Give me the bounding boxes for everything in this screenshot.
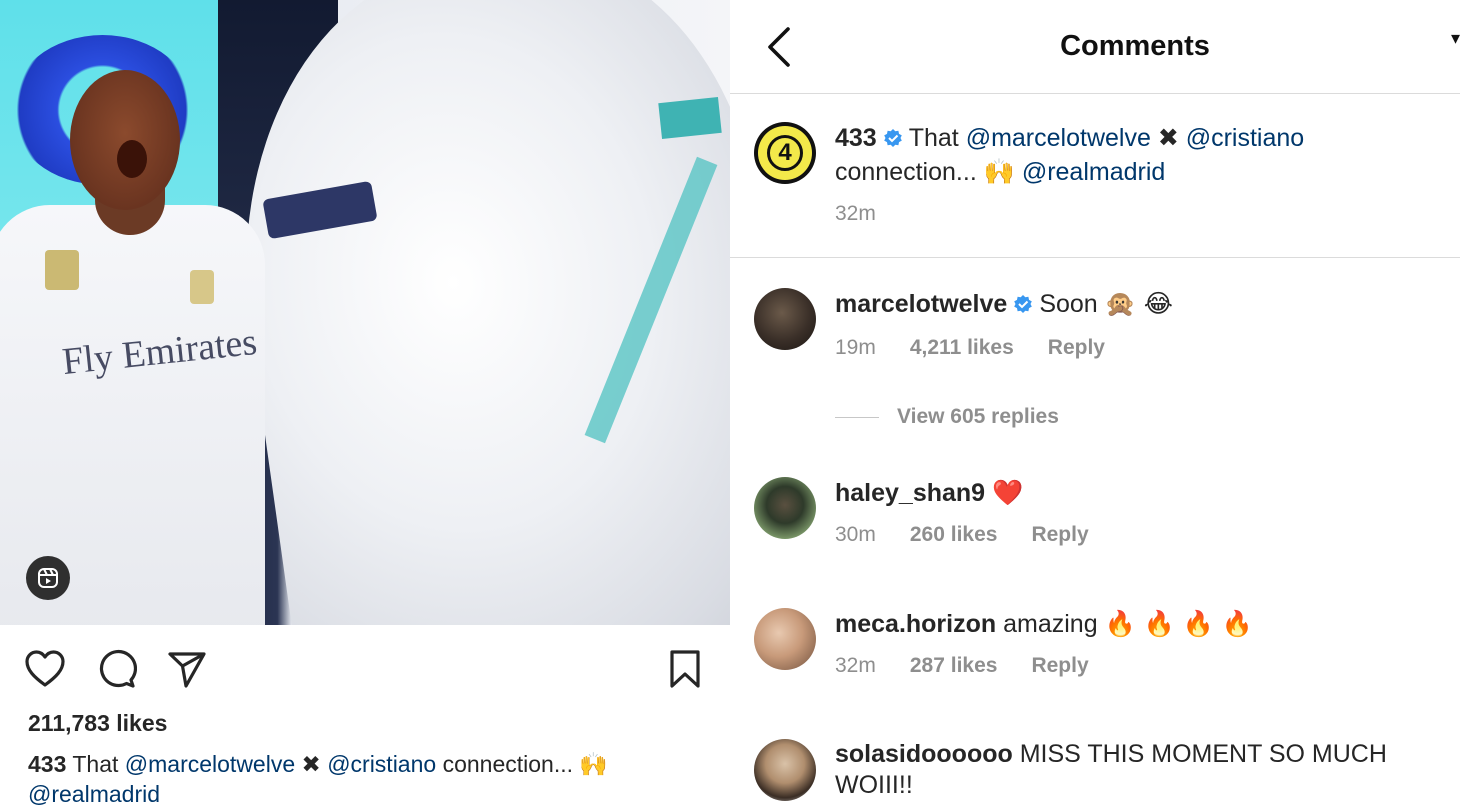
avatar[interactable]: 4 [754, 122, 816, 184]
caption-mention[interactable]: @marcelotwelve [125, 751, 295, 777]
reply-button[interactable]: Reply [1031, 654, 1088, 678]
replies-line [835, 416, 879, 418]
comment-icon[interactable] [96, 648, 138, 690]
comments-header: Comments ▾ [730, 0, 1460, 94]
comment-like-count[interactable]: 4,211 likes [910, 336, 1014, 360]
comment-text-part: That [908, 124, 959, 152]
verified-badge-icon [1013, 291, 1033, 322]
comment-meta: 32m [835, 202, 1440, 226]
raised-hands-icon: 🙌 [983, 157, 1015, 186]
post-panel: Fly Emirates 211,783 likes 433 That @mar… [0, 0, 730, 809]
comment-meta: 32m 287 likes Reply [835, 654, 1440, 678]
comment-username[interactable]: marcelotwelve [835, 290, 1007, 318]
post-caption: 433 That @marcelotwelve ✖ @cristiano con… [28, 750, 718, 809]
jersey-stripe [658, 96, 722, 140]
comment-timestamp: 30m [835, 523, 876, 546]
fire-emoji-icon: 🔥 🔥 🔥 🔥 [1104, 609, 1253, 638]
caption-mention[interactable]: @realmadrid [28, 781, 160, 807]
comment-text: solasidoooooo MISS THIS MOMENT SO MUCH W… [835, 739, 1440, 801]
original-post-caption: 4 433 That @marcelotwelve ✖ @cristiano co… [754, 122, 1444, 242]
comment-mention[interactable]: @realmadrid [1022, 158, 1165, 186]
caption-text: That [72, 751, 119, 777]
cross-icon: ✖ [301, 752, 321, 778]
comment-item: solasidoooooo MISS THIS MOMENT SO MUCH W… [754, 739, 1444, 809]
player-mouth [117, 140, 147, 178]
comment-mention[interactable]: @marcelotwelve [966, 124, 1151, 152]
avatar-number: 4 [767, 135, 803, 171]
reply-button[interactable]: Reply [1048, 336, 1105, 360]
reply-button[interactable]: Reply [1031, 523, 1088, 547]
share-icon[interactable] [166, 648, 208, 690]
avatar[interactable] [754, 288, 816, 350]
heart-icon[interactable] [24, 648, 66, 690]
page-title: Comments [1060, 30, 1210, 62]
comment-text: haley_shan9 ❤️ [835, 477, 1440, 509]
comment-body: meca.horizon amazing 🔥 🔥 🔥 🔥 32m 287 lik… [835, 608, 1440, 678]
comment-text: 433 That @marcelotwelve ✖ @cristiano conn… [835, 122, 1440, 188]
comment-text-part: amazing [1003, 610, 1098, 638]
comment-text: meca.horizon amazing 🔥 🔥 🔥 🔥 [835, 608, 1440, 640]
bookmark-icon[interactable] [664, 648, 706, 690]
comment-like-count[interactable]: 260 likes [910, 523, 998, 547]
comment-body: solasidoooooo MISS THIS MOMENT SO MUCH W… [835, 739, 1440, 801]
comment-body: marcelotwelve Soon 🙊 😂 19m 4,211 likes Re… [835, 288, 1440, 360]
view-replies-label: View 605 replies [897, 405, 1059, 428]
caption-username[interactable]: 433 [28, 751, 66, 777]
comment-meta: 19m 4,211 likes Reply [835, 336, 1440, 360]
player-face [70, 70, 180, 210]
avatar[interactable] [754, 739, 816, 801]
post-actions-bar [0, 640, 730, 698]
comment-body: 433 That @marcelotwelve ✖ @cristiano conn… [835, 122, 1440, 226]
verified-badge-icon [883, 125, 903, 156]
comment-text-part: connection... [835, 158, 977, 186]
post-like-count[interactable]: 211,783 likes [28, 710, 167, 737]
comment-username[interactable]: 433 [835, 124, 877, 152]
jersey-badge [45, 250, 79, 290]
comment-like-count[interactable]: 287 likes [910, 654, 998, 678]
caption-text: connection... [442, 751, 573, 777]
comment-text: marcelotwelve Soon 🙊 😂 [835, 288, 1440, 322]
caption-mention[interactable]: @cristiano [327, 751, 436, 777]
comment-username[interactable]: solasidoooooo [835, 740, 1013, 768]
comment-timestamp: 19m [835, 336, 876, 359]
comment-text-part: Soon [1039, 290, 1098, 318]
avatar[interactable] [754, 608, 816, 670]
comment-username[interactable]: meca.horizon [835, 610, 996, 638]
reels-icon[interactable] [26, 556, 70, 600]
comment-timestamp: 32m [835, 202, 876, 225]
comment-timestamp: 32m [835, 654, 876, 677]
cross-icon: ✖ [1157, 123, 1179, 152]
comment-meta: 30m 260 likes Reply [835, 523, 1440, 547]
dropdown-icon[interactable]: ▾ [1451, 28, 1460, 49]
comment-body: haley_shan9 ❤️ 30m 260 likes Reply [835, 477, 1440, 547]
heart-emoji-icon: ❤️ [992, 478, 1024, 507]
comment-item: marcelotwelve Soon 🙊 😂 19m 4,211 likes Re… [754, 288, 1444, 378]
comment-item: haley_shan9 ❤️ 30m 260 likes Reply [754, 477, 1444, 567]
comment-mention[interactable]: @cristiano [1186, 124, 1304, 152]
monkey-laugh-emoji-icon: 🙊 😂 [1104, 289, 1173, 318]
comments-panel: Comments ▾ 4 433 That @marcelotwelve ✖ @c… [730, 0, 1460, 809]
jersey-crest [190, 270, 214, 304]
divider [730, 257, 1460, 258]
view-replies-button[interactable]: View 605 replies [835, 405, 1059, 429]
comment-username[interactable]: haley_shan9 [835, 479, 985, 507]
comment-item: meca.horizon amazing 🔥 🔥 🔥 🔥 32m 287 lik… [754, 608, 1444, 698]
avatar[interactable] [754, 477, 816, 539]
raised-hands-icon: 🙌 [579, 752, 609, 778]
post-video[interactable]: Fly Emirates [0, 0, 730, 625]
